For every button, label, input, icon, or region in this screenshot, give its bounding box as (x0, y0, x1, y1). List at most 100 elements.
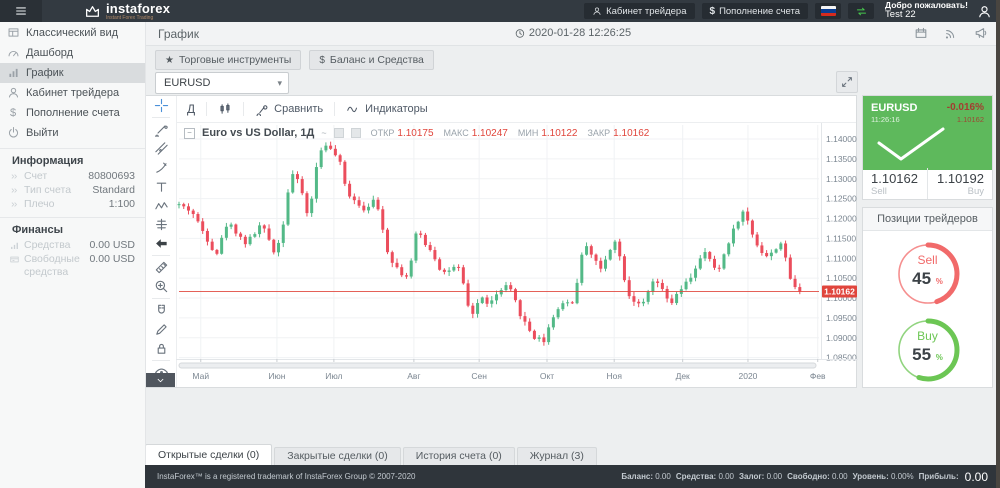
crosshair-icon[interactable] (146, 96, 176, 115)
sidebar-info-row: Счет80800693 (0, 170, 145, 184)
brand-name: instaforex (106, 2, 170, 15)
star-icon: ★ (165, 55, 174, 66)
trader-cabinet-label: Кабинет трейдера (606, 6, 686, 17)
forecast-icon[interactable] (146, 215, 176, 234)
deposit-label: Пополнение счета (719, 6, 800, 17)
sell-gauge-percent: 45 (912, 269, 931, 288)
brush-icon[interactable] (146, 158, 176, 177)
chevrons-icon (9, 185, 20, 196)
footer-stat: Уровень: 0.00% (853, 472, 914, 481)
chart-legend: − Euro vs US Dollar, 1Д ~ ОТКР1.10175 МА… (184, 127, 649, 139)
legend-style-icon[interactable] (334, 128, 344, 138)
sidebar-item-1[interactable]: Дашборд (0, 43, 145, 63)
language-flag-button[interactable] (815, 3, 841, 19)
dollar-icon: $ (10, 103, 16, 123)
svg-text:1.11000: 1.11000 (826, 253, 856, 263)
collapse-toolbar-button[interactable] (146, 373, 175, 387)
sidebar-item-3[interactable]: Кабинет трейдера (0, 83, 145, 103)
svg-text:Фев: Фев (810, 371, 826, 381)
balance-funds-button[interactable]: $Баланс и Средства (309, 50, 434, 70)
calendar-icon[interactable] (914, 26, 928, 40)
legend-settings-icon[interactable] (351, 128, 361, 138)
text-icon[interactable] (146, 177, 176, 196)
person-icon (7, 86, 20, 99)
close-label: ЗАКР (587, 128, 610, 138)
ruler-icon[interactable] (146, 258, 176, 277)
trade-instruments-button[interactable]: ★ Торговые инструменты (155, 50, 301, 70)
sell-percent-sign: % (936, 277, 943, 286)
chart-icon (7, 66, 20, 79)
trendline-icon[interactable] (146, 120, 176, 139)
fullscreen-button[interactable] (836, 71, 858, 93)
compare-icon (255, 102, 269, 116)
trader-cabinet-button[interactable]: Кабинет трейдера (584, 3, 694, 19)
dollar-icon: $ (710, 6, 716, 17)
dollar-icon: $ (319, 55, 325, 66)
sidebar-info-row: Плечо1:100 (0, 198, 145, 212)
xabcd-pattern-icon[interactable] (146, 196, 176, 215)
chart-type-button[interactable] (207, 96, 243, 122)
chevrons-icon (9, 199, 20, 210)
sell-quote-button[interactable]: 1.10162 Sell (863, 168, 927, 199)
bottom-tab-3[interactable]: Журнал (3) (517, 447, 597, 465)
brand-tagline: Instant Forex Trading (106, 16, 170, 21)
currency-exchange-button[interactable] (848, 3, 874, 19)
bottom-tab-0[interactable]: Открытые сделки (0) (145, 444, 272, 465)
drawing-lock-icon[interactable] (146, 320, 176, 339)
symbol-select[interactable]: EURUSD ▾ (155, 72, 289, 94)
page-scrollbar[interactable] (996, 0, 1000, 488)
buy-gauge-percent: 55 (912, 345, 931, 364)
brand-logo[interactable]: instaforex Instant Forex Trading (84, 2, 170, 21)
info-section: Информация Счет80800693Тип счетаStandard… (0, 148, 145, 212)
candlestick-chart[interactable]: 1.140001.135001.130001.125001.120001.115… (176, 123, 858, 389)
sidebar-item-2[interactable]: График (0, 63, 145, 83)
footer-profit-label: Прибыль: (919, 472, 959, 481)
sidebar-item-4[interactable]: $Пополнение счета (0, 103, 145, 123)
svg-text:1.14000: 1.14000 (826, 134, 857, 144)
svg-text:1.09500: 1.09500 (826, 313, 857, 323)
info-row-label: Плечо (24, 198, 54, 211)
finance-section: Финансы Средства0.00 USDСвободные средст… (0, 217, 145, 280)
interval-button[interactable]: Д (176, 96, 206, 122)
sidebar-item-0[interactable]: Классический вид (0, 23, 145, 43)
app: instaforex Instant Forex Trading Кабинет… (0, 0, 1000, 488)
bottom-tab-1[interactable]: Закрытые сделки (0) (274, 447, 400, 465)
bottom-tab-2[interactable]: История счета (0) (403, 447, 515, 465)
sidebar: Классический вид Дашборд График Кабинет тре… (0, 22, 146, 488)
zoom-in-icon[interactable] (146, 277, 176, 296)
sidebar-item-label: Дашборд (26, 47, 73, 59)
toolbar-separator (152, 117, 170, 118)
compare-button[interactable]: Сравнить (244, 96, 334, 122)
legend-collapse-icon[interactable]: − (184, 128, 195, 139)
footer: InstaForex™ is a registered trademark of… (145, 465, 1000, 488)
buy-quote-button[interactable]: 1.10192 Buy (927, 168, 992, 199)
menu-toggle-button[interactable] (0, 0, 42, 22)
drawing-toolbar (146, 96, 177, 387)
user-avatar[interactable] (977, 4, 992, 19)
announcement-icon[interactable] (974, 26, 988, 40)
sell-label: Sell (871, 186, 919, 197)
sidebar-item-5[interactable]: Выйти (0, 123, 145, 143)
fib-icon[interactable] (146, 139, 176, 158)
quote-symbol: EURUSD (871, 102, 917, 114)
welcome-block: Добро пожаловать! Test 22 (885, 1, 968, 22)
sparkline-check-icon (871, 123, 971, 165)
candles-icon (218, 102, 232, 116)
lock-icon[interactable] (146, 339, 176, 358)
toolbar-button-label: Торговые инструменты (179, 54, 291, 66)
dashboard-icon (7, 46, 20, 59)
magnet-icon[interactable] (146, 301, 176, 320)
clock-icon (514, 28, 525, 39)
buy-label: Buy (936, 186, 984, 197)
quote-card[interactable]: EURUSD -0.016% 11:26:16 1.10162 1.10162 … (862, 95, 993, 200)
legend-dash: ~ (321, 128, 326, 138)
bottom-tabs: Открытые сделки (0)Закрытые сделки (0)Ис… (145, 445, 599, 465)
sidebar-item-label: Кабинет трейдера (26, 87, 119, 99)
footer-stats: Баланс: 0.00Средства: 0.00Залог: 0.00Сво… (621, 470, 988, 484)
rss-icon[interactable] (944, 26, 958, 40)
indicators-button[interactable]: Индикаторы (335, 96, 439, 122)
arrow-icon[interactable] (146, 234, 176, 253)
deposit-button[interactable]: $ Пополнение счета (702, 3, 809, 19)
sell-gauge: Sell 45 % (893, 239, 963, 309)
svg-text:Май: Май (192, 371, 209, 381)
